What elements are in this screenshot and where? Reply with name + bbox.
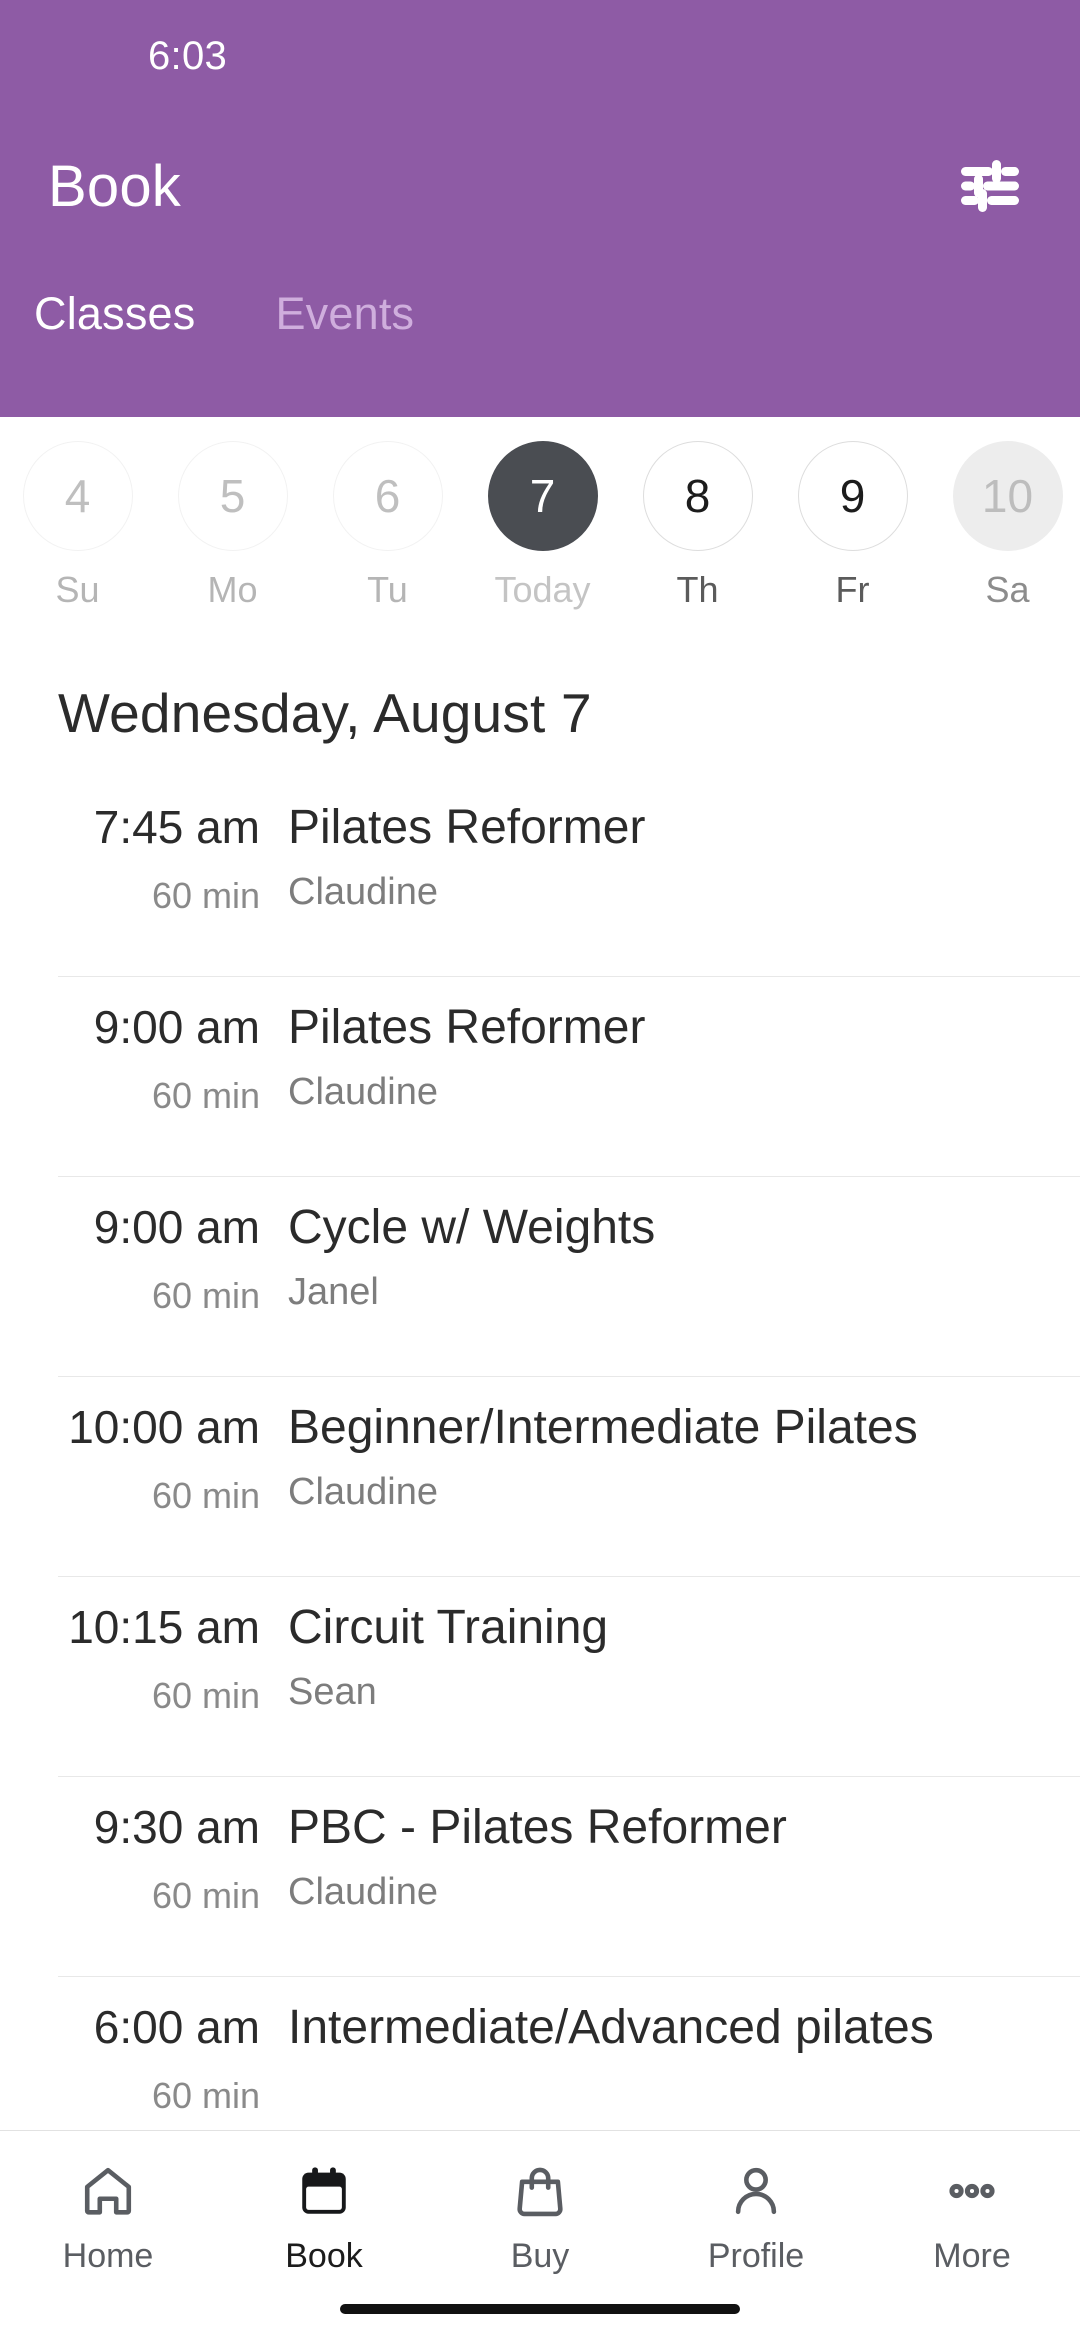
selected-date-heading: Wednesday, August 7: [58, 682, 592, 744]
nav-label: Book: [285, 2237, 363, 2275]
date-selector-strip[interactable]: 4 Su 5 Mo 6 Tu 7 Today 8 Th 9 Fr 10 Sa: [0, 417, 1080, 649]
date-weekday: Th: [676, 569, 719, 610]
class-info-column: Beginner/Intermediate Pilates Claudine: [288, 1399, 1080, 1514]
class-duration: 60 min: [151, 1674, 260, 1716]
class-list-item[interactable]: 9:00 am 60 min Cycle w/ Weights Janel: [58, 1177, 1080, 1377]
app-header: 6:03 Book Classes Events: [0, 0, 1080, 417]
status-bar: 6:03: [0, 0, 1080, 112]
date-weekday: Fr: [835, 569, 870, 610]
header-tabs: Classes Events: [0, 260, 1080, 340]
class-time-column: 10:15 am 60 min: [58, 1599, 288, 1717]
date-number: 8: [642, 441, 753, 551]
class-list-item[interactable]: 9:30 am 60 min PBC - Pilates Reformer Cl…: [58, 1777, 1080, 1977]
nav-item-more[interactable]: More: [864, 2159, 1080, 2276]
date-cell-4[interactable]: 4 Su: [0, 441, 155, 611]
date-cell-8[interactable]: 8 Th: [620, 441, 775, 611]
class-name: Pilates Reformer: [288, 1001, 646, 1054]
app-screen: 6:03 Book Classes Events 4 Su 5 Mo 6 Tu …: [0, 0, 1080, 2340]
nav-item-profile[interactable]: Profile: [648, 2159, 864, 2276]
class-info-column: Pilates Reformer Claudine: [288, 999, 1080, 1114]
date-weekday: Sa: [985, 569, 1030, 610]
class-info-column: Intermediate/Advanced pilates: [288, 1999, 1080, 2071]
status-bar-clock: 6:03: [148, 33, 228, 78]
class-time-column: 9:00 am 60 min: [58, 1199, 288, 1317]
date-weekday: Su: [55, 569, 100, 610]
class-time-column: 6:00 am 60 min: [58, 1999, 288, 2117]
date-number: 6: [332, 441, 443, 551]
class-duration: 60 min: [151, 1474, 260, 1516]
nav-item-book[interactable]: Book: [216, 2159, 432, 2276]
class-name: Intermediate/Advanced pilates: [288, 2001, 934, 2054]
class-duration: 60 min: [151, 1274, 260, 1316]
date-cell-7-today-selected[interactable]: 7 Today: [465, 441, 620, 611]
class-time: 9:30 am: [93, 1801, 260, 1853]
class-name: Cycle w/ Weights: [288, 1201, 656, 1254]
class-name: Beginner/Intermediate Pilates: [288, 1401, 918, 1454]
class-list-item[interactable]: 9:00 am 60 min Pilates Reformer Claudine: [58, 977, 1080, 1177]
class-instructor: Claudine: [288, 1470, 438, 1513]
class-list-item[interactable]: 7:45 am 60 min Pilates Reformer Claudine: [58, 777, 1080, 977]
page-title: Book: [48, 153, 181, 219]
class-time: 9:00 am: [93, 1001, 260, 1053]
tab-events[interactable]: Events: [275, 288, 414, 340]
person-icon: [727, 2159, 785, 2223]
nav-item-home[interactable]: Home: [0, 2159, 216, 2276]
class-duration: 60 min: [151, 1074, 260, 1116]
class-time-column: 9:00 am 60 min: [58, 999, 288, 1117]
nav-label: Buy: [510, 2237, 570, 2275]
date-number: 7: [487, 441, 598, 551]
home-icon: [79, 2159, 137, 2223]
date-cell-9[interactable]: 9 Fr: [775, 441, 930, 611]
class-time: 7:45 am: [93, 801, 260, 853]
nav-label: Home: [62, 2237, 154, 2275]
date-cell-5[interactable]: 5 Mo: [155, 441, 310, 611]
class-time: 10:00 am: [68, 1401, 260, 1453]
calendar-icon: [295, 2159, 353, 2223]
bag-icon: [511, 2159, 569, 2223]
date-weekday: Tu: [367, 569, 408, 610]
nav-label: More: [933, 2237, 1011, 2275]
date-number: 10: [952, 441, 1063, 551]
nav-label: Profile: [707, 2237, 805, 2275]
class-time: 9:00 am: [93, 1201, 260, 1253]
class-duration: 60 min: [151, 874, 260, 916]
date-number: 4: [22, 441, 133, 551]
class-instructor: Janel: [288, 1270, 379, 1313]
class-name: PBC - Pilates Reformer: [288, 1801, 787, 1854]
class-info-column: Cycle w/ Weights Janel: [288, 1199, 1080, 1314]
class-name: Circuit Training: [288, 1601, 609, 1654]
filter-button[interactable]: [948, 144, 1032, 228]
class-duration: 60 min: [151, 2074, 260, 2116]
date-weekday: Mo: [207, 569, 258, 610]
class-time: 10:15 am: [68, 1601, 260, 1653]
class-info-column: PBC - Pilates Reformer Claudine: [288, 1799, 1080, 1914]
class-info-column: Pilates Reformer Claudine: [288, 799, 1080, 914]
nav-item-buy[interactable]: Buy: [432, 2159, 648, 2276]
date-cell-10[interactable]: 10 Sa: [930, 441, 1080, 611]
sliders-filter-icon: [959, 159, 1021, 213]
date-number: 5: [177, 441, 288, 551]
date-number: 9: [797, 441, 908, 551]
class-info-column: Circuit Training Sean: [288, 1599, 1080, 1714]
class-list-item[interactable]: 10:00 am 60 min Beginner/Intermediate Pi…: [58, 1377, 1080, 1577]
app-bar: Book: [0, 112, 1080, 260]
dots-icon: [943, 2159, 1001, 2223]
date-cell-6[interactable]: 6 Tu: [310, 441, 465, 611]
date-weekday: Today: [494, 569, 591, 610]
class-instructor: Claudine: [288, 1070, 438, 1113]
class-schedule-list[interactable]: 7:45 am 60 min Pilates Reformer Claudine…: [0, 777, 1080, 2340]
class-time-column: 7:45 am 60 min: [58, 799, 288, 917]
home-indicator[interactable]: [340, 2304, 740, 2314]
class-time: 6:00 am: [93, 2001, 260, 2053]
class-time-column: 10:00 am 60 min: [58, 1399, 288, 1517]
class-list-item[interactable]: 10:15 am 60 min Circuit Training Sean: [58, 1577, 1080, 1777]
class-name: Pilates Reformer: [288, 801, 646, 854]
class-instructor: Claudine: [288, 870, 438, 913]
class-instructor: Sean: [288, 1670, 377, 1713]
class-time-column: 9:30 am 60 min: [58, 1799, 288, 1917]
tab-classes[interactable]: Classes: [34, 288, 195, 340]
class-instructor: Claudine: [288, 1870, 438, 1913]
class-duration: 60 min: [151, 1874, 260, 1916]
